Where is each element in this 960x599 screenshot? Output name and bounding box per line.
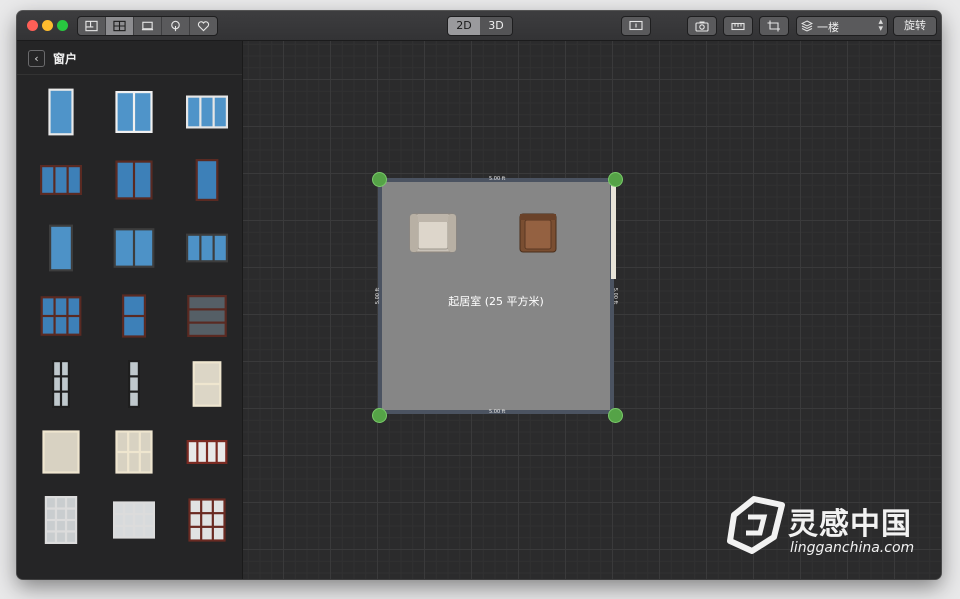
window-catalog-item[interactable] — [31, 490, 91, 550]
catalog-sidebar: ‹ 窗户 — [17, 41, 243, 579]
window-thumbnail-icon — [42, 430, 80, 474]
dimension-bottom: 5.00 ft — [489, 409, 506, 415]
info-panel-button[interactable] — [621, 16, 651, 36]
window-thumbnail-icon — [49, 224, 73, 272]
watermark-subtext: lingganchina.com — [790, 540, 915, 556]
floor-select[interactable]: 一楼 ▴ ▾ — [796, 16, 888, 36]
floorplan-view-button[interactable] — [78, 17, 106, 35]
watermark-logo-icon — [727, 496, 785, 554]
window-catalog-item[interactable] — [177, 82, 237, 142]
window-thumbnail-icon — [186, 95, 228, 129]
minimize-window-button[interactable] — [42, 20, 53, 31]
crop-button[interactable] — [759, 16, 789, 36]
zoom-window-button[interactable] — [57, 20, 68, 31]
floor-select-value: 一楼 — [817, 21, 839, 34]
window-catalog-item[interactable] — [177, 354, 237, 414]
dimension-right: 5.00 ft — [612, 287, 619, 305]
window-catalog-item[interactable] — [177, 490, 237, 550]
view-mode-toggle: 2D 3D — [447, 16, 513, 36]
window-catalog-item[interactable] — [104, 82, 164, 142]
furniture-view-button[interactable] — [134, 17, 162, 35]
furniture-icon — [141, 21, 154, 31]
window-catalog-item[interactable] — [31, 286, 91, 346]
camera-icon — [695, 21, 709, 32]
info-panel-icon — [629, 20, 643, 31]
armchair-beige[interactable] — [409, 213, 457, 253]
catalog-view-button[interactable] — [106, 17, 134, 35]
mode-2d-button[interactable]: 2D — [448, 17, 480, 35]
window-catalog-item[interactable] — [104, 218, 164, 278]
floorplan-icon — [85, 20, 98, 32]
sidebar-title: 窗户 — [53, 52, 78, 66]
measure-button[interactable] — [723, 16, 753, 36]
dimension-top: 5.00 ft — [489, 176, 506, 182]
window-catalog-item[interactable] — [31, 82, 91, 142]
corner-handle[interactable] — [608, 408, 623, 423]
toolbar: 2D 3D 一楼 ▴ ▾ 旋转 — [17, 11, 941, 41]
window-catalog-item[interactable] — [104, 150, 164, 210]
layers-icon — [801, 20, 813, 32]
corner-handle[interactable] — [372, 408, 387, 423]
window-thumbnail-icon — [187, 295, 227, 337]
window-catalog-item[interactable] — [177, 150, 237, 210]
window-catalog-item[interactable] — [104, 490, 164, 550]
window-thumbnail-icon — [44, 496, 78, 544]
corner-handle[interactable] — [608, 172, 623, 187]
window-catalog-item[interactable] — [104, 286, 164, 346]
window-thumbnail-icon — [115, 91, 153, 133]
catalog-grid-icon — [113, 20, 126, 32]
ruler-icon — [731, 22, 745, 31]
tree-icon — [171, 20, 180, 32]
window-thumbnail-icon — [115, 160, 153, 200]
window-catalog-item[interactable] — [177, 218, 237, 278]
favorites-view-button[interactable] — [190, 17, 217, 35]
window-thumbnail-icon — [52, 360, 70, 408]
rotate-button[interactable]: 旋转 — [893, 16, 937, 36]
corner-handle[interactable] — [372, 172, 387, 187]
window-catalog-item[interactable] — [104, 354, 164, 414]
room-label: 起居室 (25 平方米) — [448, 295, 544, 308]
sidebar-header: ‹ 窗户 — [17, 41, 242, 75]
dimension-left: 5.00 ft — [375, 287, 382, 305]
chevron-updown-icon: ▴ ▾ — [878, 17, 883, 34]
view-segmented-control — [77, 16, 218, 36]
door-element[interactable] — [611, 183, 616, 279]
window-catalog-item[interactable] — [31, 422, 91, 482]
window-catalog-item[interactable] — [31, 150, 91, 210]
window-thumbnail-icon — [192, 361, 222, 407]
window-thumbnail-icon — [128, 360, 140, 408]
snapshot-button[interactable] — [687, 16, 717, 36]
armchair-brown[interactable] — [519, 213, 557, 253]
landscape-view-button[interactable] — [162, 17, 190, 35]
window-catalog-item[interactable] — [31, 354, 91, 414]
app-window: 2D 3D 一楼 ▴ ▾ 旋转 ‹ 窗户 起居室 (25 平方米) 5.00 f… — [17, 11, 941, 579]
window-thumbnail-icon — [48, 88, 74, 136]
window-catalog-item[interactable] — [104, 422, 164, 482]
window-catalog-item[interactable] — [177, 422, 237, 482]
window-thumbnail-icon — [122, 294, 146, 338]
window-thumbnail-icon — [186, 440, 228, 464]
heart-icon — [197, 21, 210, 32]
window-thumbnail-icon — [113, 501, 155, 539]
back-button[interactable]: ‹ — [28, 50, 45, 67]
watermark-text: 灵感中国 — [788, 507, 912, 542]
window-thumbnail-icon — [113, 228, 155, 268]
window-thumbnail-icon — [186, 233, 228, 263]
window-thumbnail-icon — [40, 296, 82, 336]
mode-3d-button[interactable]: 3D — [480, 17, 512, 35]
window-thumbnail-icon — [115, 430, 153, 474]
window-thumbnail-icon — [195, 159, 219, 201]
window-thumbnail-icon — [40, 165, 82, 195]
window-thumbnail-icon — [188, 498, 226, 542]
window-catalog-item[interactable] — [177, 286, 237, 346]
window-catalog-item[interactable] — [31, 218, 91, 278]
crop-icon — [767, 20, 780, 32]
close-window-button[interactable] — [27, 20, 38, 31]
chevron-left-icon: ‹ — [34, 52, 39, 65]
